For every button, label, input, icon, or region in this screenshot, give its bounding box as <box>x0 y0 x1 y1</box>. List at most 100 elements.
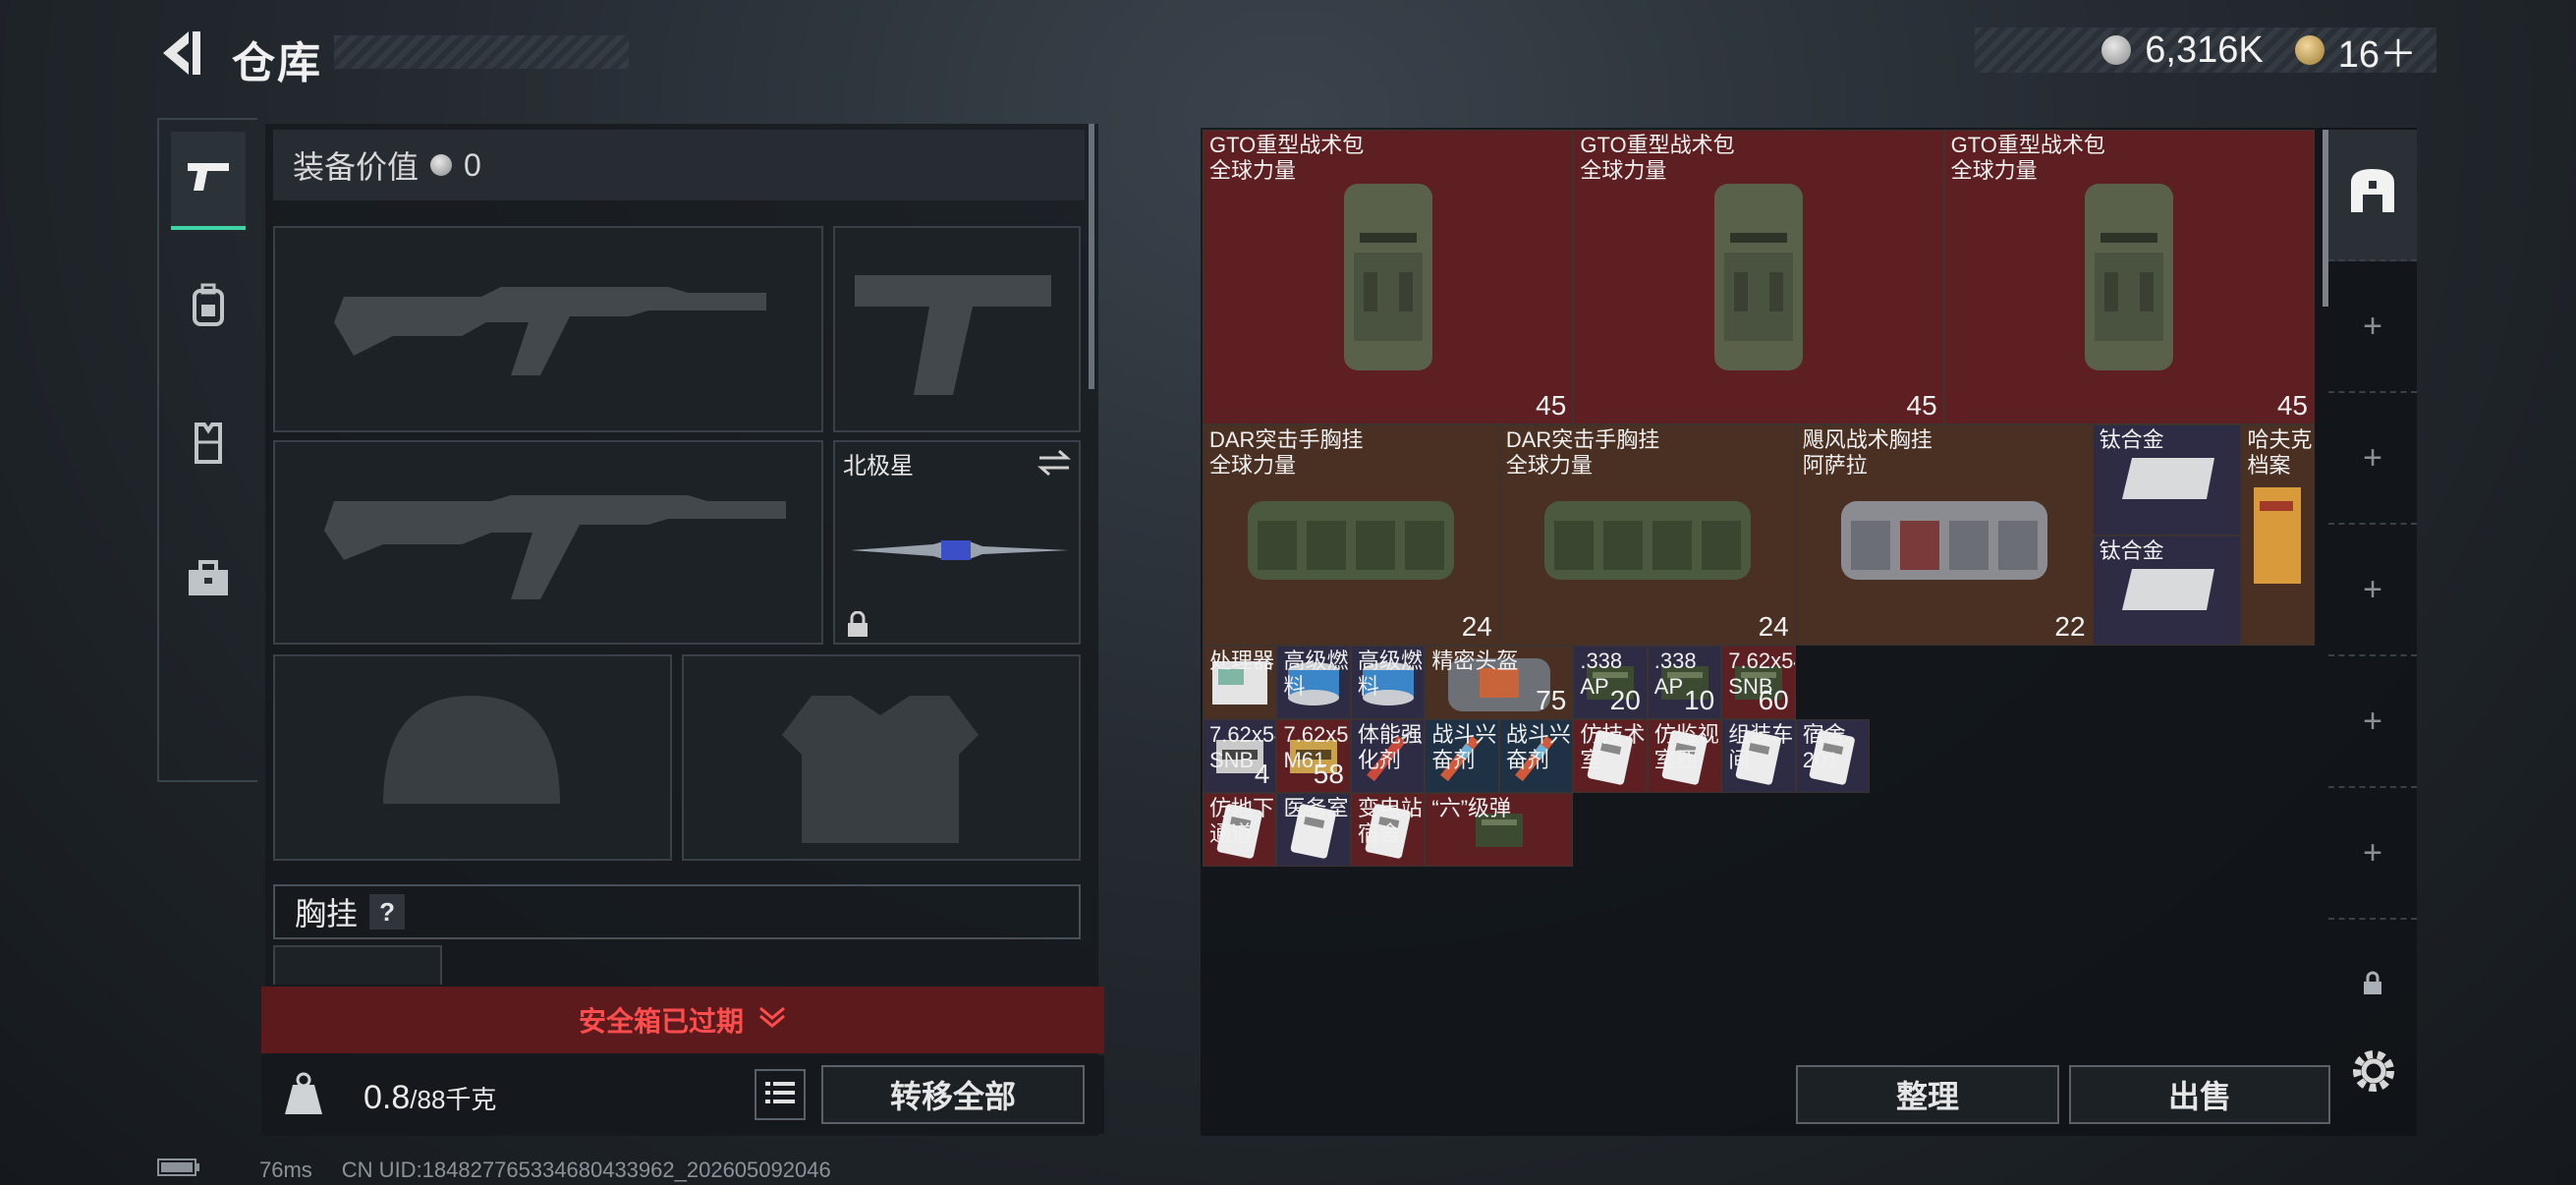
stash-page-add-1[interactable]: + <box>2328 261 2417 393</box>
primary-weapon-slot[interactable] <box>273 226 823 432</box>
silver-coin-icon <box>430 154 453 176</box>
stash-item[interactable]: 医务室 <box>1276 793 1351 867</box>
stash-page-main[interactable] <box>2328 130 2417 261</box>
stash-item-name: DAR突击手胸挂 全球力量 <box>1209 427 1364 478</box>
stash-item[interactable]: 体能强化剂 <box>1350 719 1426 793</box>
stash-item[interactable]: 精密头盔 75 <box>1425 646 1574 719</box>
pistol-icon <box>186 157 231 201</box>
swap-icon[interactable] <box>1037 448 1071 482</box>
stash-item[interactable]: GTO重型战术包 全球力量 45 <box>1943 130 2315 424</box>
stash-item[interactable]: 仿监视室西 <box>1647 719 1722 793</box>
tab-weapons[interactable] <box>171 132 246 230</box>
page-title: 仓库 <box>232 39 322 87</box>
stash-item[interactable]: .338 AP 20 <box>1573 646 1648 719</box>
help-button[interactable]: ? <box>369 894 406 930</box>
melee-slot[interactable]: 北极星 <box>833 440 1081 645</box>
warehouse-icon <box>2345 165 2400 225</box>
list-view-button[interactable] <box>755 1069 806 1120</box>
stash-page-locked[interactable] <box>2328 920 2417 1051</box>
stash-page-add-3[interactable]: + <box>2328 525 2417 656</box>
stash-item-value: 10 <box>1684 685 1715 715</box>
toolbox-icon <box>187 558 230 602</box>
stash-item[interactable]: DAR突击手胸挂 全球力量 24 <box>1203 424 1499 646</box>
melee-name: 北极星 <box>843 453 914 480</box>
stash-item[interactable]: 组装车间 <box>1721 719 1796 793</box>
stash-item-name: 组装车间 <box>1728 722 1794 772</box>
stash-item[interactable]: GTO重型战术包 全球力量 45 <box>1203 130 1574 424</box>
stash-item-name: 高级燃料 <box>1357 649 1423 699</box>
stash-item-name: 体能强化剂 <box>1357 722 1423 772</box>
stash-item-name: 宿舍201 <box>1802 722 1846 772</box>
stash-item[interactable]: 战斗兴奋剂 <box>1425 719 1499 793</box>
chest-rig-row[interactable]: 胸挂 ? <box>273 884 1081 939</box>
stash-item[interactable]: 7.62x54R SNB4 <box>1203 719 1277 793</box>
stash-page-tabs: + + + + + <box>2328 130 2417 1136</box>
stash-item-name: 钛合金 <box>2099 427 2164 452</box>
stash-page-add-4[interactable]: + <box>2328 656 2417 788</box>
currency-bar[interactable]: 6,316K 16＋ <box>1975 28 2436 76</box>
stash-item-value: 24 <box>1758 611 1789 642</box>
armor-silhouette-icon <box>782 696 979 843</box>
stash-item-name: 仿技术室 <box>1580 722 1646 772</box>
loadout-scrollbar[interactable] <box>1089 124 1094 389</box>
stash-item[interactable]: 钛合金 <box>2092 535 2241 646</box>
stash-item[interactable]: 高级燃料 <box>1276 646 1351 719</box>
tab-toolbox[interactable] <box>171 533 246 627</box>
stash-item[interactable]: 钛合金 <box>2092 424 2241 536</box>
stash-item[interactable]: 7.62x51 M6158 <box>1276 719 1351 793</box>
tab-backpack[interactable] <box>171 259 246 354</box>
sort-button[interactable]: 整理 <box>1796 1065 2059 1124</box>
stash-item[interactable]: 仿地下通道 <box>1203 793 1277 867</box>
stash-item[interactable]: GTO重型战术包 全球力量 45 <box>1573 130 1944 424</box>
safe-box-expired-banner[interactable]: 安全箱已过期 <box>261 987 1104 1053</box>
helmet-slot[interactable] <box>273 654 672 861</box>
equip-value: 0 <box>464 146 481 183</box>
rifle-silhouette-icon <box>324 495 786 599</box>
knife-icon <box>851 540 1069 560</box>
stash-item[interactable]: 变电站宿舍 <box>1350 793 1426 867</box>
stash-item[interactable]: 7.62x54R SNB60 <box>1721 646 1796 719</box>
weight-value: 0.8 <box>364 1079 411 1116</box>
stash-item-name: 战斗兴奋剂 <box>1431 722 1497 772</box>
battery-icon <box>157 1157 200 1183</box>
stash-item-value: 58 <box>1313 759 1344 789</box>
lock-icon <box>2362 967 2383 1005</box>
chest-rig-label: 胸挂 <box>295 896 359 931</box>
stash-item-name: GTO重型战术包 全球力量 <box>1950 133 2105 183</box>
stash-item[interactable]: 战斗兴奋剂 <box>1498 719 1574 793</box>
gold-coin-icon <box>2294 35 2324 65</box>
stash-item[interactable]: 高级燃料 <box>1350 646 1426 719</box>
secondary-weapon-slot[interactable] <box>273 440 823 645</box>
title-stripe-decoration <box>334 35 629 69</box>
tab-vest[interactable] <box>171 397 246 491</box>
stash-item[interactable]: DAR突击手胸挂 全球力量 24 <box>1498 424 1796 646</box>
stash-item-name: “六”级弹 <box>1431 796 1512 820</box>
stash-item[interactable]: 仿技术室 <box>1573 719 1648 793</box>
backpack-icon <box>191 283 226 331</box>
stash-item[interactable]: 宿舍201 <box>1795 719 1871 793</box>
armor-slot[interactable] <box>682 654 1081 861</box>
rifle-silhouette-icon <box>334 287 766 375</box>
stash-item-value: 20 <box>1609 685 1641 715</box>
stash-page-add-5[interactable]: + <box>2328 788 2417 920</box>
stash-item[interactable]: “六”级弹 <box>1425 793 1574 867</box>
back-arrow-icon[interactable] <box>155 28 204 79</box>
silver-coin-icon <box>2101 35 2132 65</box>
stash-item-name: GTO重型战术包 全球力量 <box>1209 133 1365 183</box>
chest-rig-slot[interactable] <box>273 945 442 985</box>
stash-item-name: 仿地下通道 <box>1209 796 1275 846</box>
weight-icon <box>281 1071 326 1118</box>
stash-page-add-2[interactable]: + <box>2328 393 2417 525</box>
stash-item[interactable]: 处理器 <box>1203 646 1277 719</box>
stash-item-value: 24 <box>1461 611 1492 642</box>
vest-icon <box>191 421 226 469</box>
transfer-all-button[interactable]: 转移全部 <box>821 1065 1085 1124</box>
settings-gear-icon[interactable] <box>2346 1044 2401 1099</box>
sell-button[interactable]: 出售 <box>2069 1065 2330 1124</box>
loadout-tabs <box>157 118 257 782</box>
stash-item[interactable]: 飓风战术胸挂 阿萨拉 22 <box>1795 424 2093 646</box>
pistol-slot[interactable] <box>833 226 1081 432</box>
stash-item[interactable]: .338 AP 10 <box>1647 646 1722 719</box>
stash-item-value: 45 <box>1906 390 1937 421</box>
stash-item[interactable]: 哈夫克档案 <box>2240 424 2315 646</box>
